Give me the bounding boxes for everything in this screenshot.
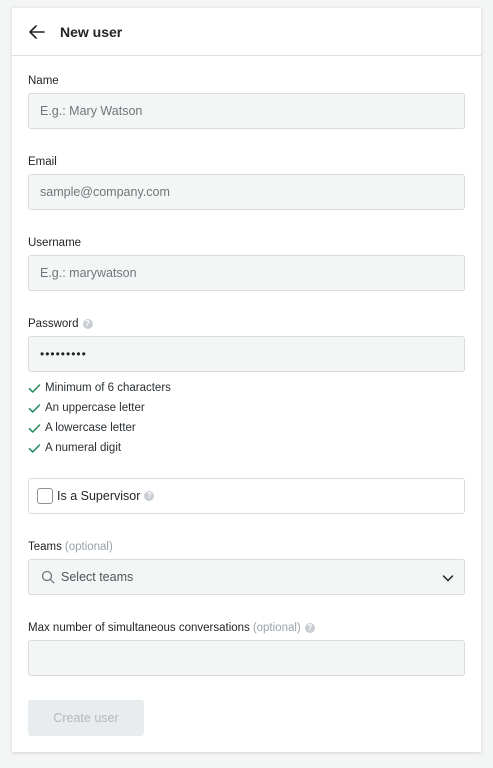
password-label-row: Password ? <box>28 318 93 330</box>
check-icon <box>28 382 41 395</box>
supervisor-checkbox[interactable] <box>37 488 53 504</box>
teams-select[interactable]: Select teams <box>28 559 465 595</box>
new-user-card: New user Name Email Username Password ? … <box>12 8 481 752</box>
supervisor-label[interactable]: Is a Supervisor <box>57 489 140 503</box>
email-input[interactable] <box>28 174 465 210</box>
teams-label-row: Teams (optional) <box>28 541 113 553</box>
requirement-item: A lowercase letter <box>28 418 171 438</box>
username-label: Username <box>28 237 82 249</box>
name-input[interactable] <box>28 93 465 129</box>
check-icon <box>28 402 41 415</box>
max-conversations-input[interactable] <box>28 640 465 676</box>
password-label: Password <box>28 318 79 330</box>
requirement-text: A numeral digit <box>45 442 122 454</box>
create-user-button[interactable]: Create user <box>28 700 144 736</box>
arrow-left-icon <box>29 24 45 39</box>
email-label: Email <box>28 156 57 168</box>
header: New user <box>12 8 481 56</box>
requirement-text: An uppercase letter <box>45 402 145 414</box>
max-conversations-label-row: Max number of simultaneous conversations… <box>28 622 315 634</box>
max-conversations-label: Max number of simultaneous conversations <box>28 622 250 634</box>
check-icon <box>28 422 41 435</box>
requirement-item: An uppercase letter <box>28 398 171 418</box>
requirement-text: A lowercase letter <box>45 422 136 434</box>
password-input[interactable] <box>28 336 465 372</box>
chevron-down-icon[interactable] <box>442 572 454 584</box>
requirement-item: A numeral digit <box>28 438 171 458</box>
optional-tag: (optional) <box>64 541 113 553</box>
question-circle-icon[interactable]: ? <box>144 491 155 501</box>
optional-tag: (optional) <box>252 622 301 634</box>
teams-placeholder: Select teams <box>61 570 134 584</box>
supervisor-option: Is a Supervisor ? <box>28 478 465 514</box>
question-circle-icon[interactable]: ? <box>82 319 93 329</box>
search-icon <box>41 570 55 584</box>
teams-label: Teams <box>28 541 62 553</box>
back-button[interactable] <box>25 20 49 44</box>
question-circle-icon[interactable]: ? <box>304 623 315 633</box>
requirement-item: Minimum of 6 characters <box>28 378 171 398</box>
check-icon <box>28 442 41 455</box>
password-requirements: Minimum of 6 characters An uppercase let… <box>28 378 171 458</box>
page-title: New user <box>60 23 123 40</box>
requirement-text: Minimum of 6 characters <box>45 382 171 394</box>
name-label: Name <box>28 75 59 87</box>
username-input[interactable] <box>28 255 465 291</box>
